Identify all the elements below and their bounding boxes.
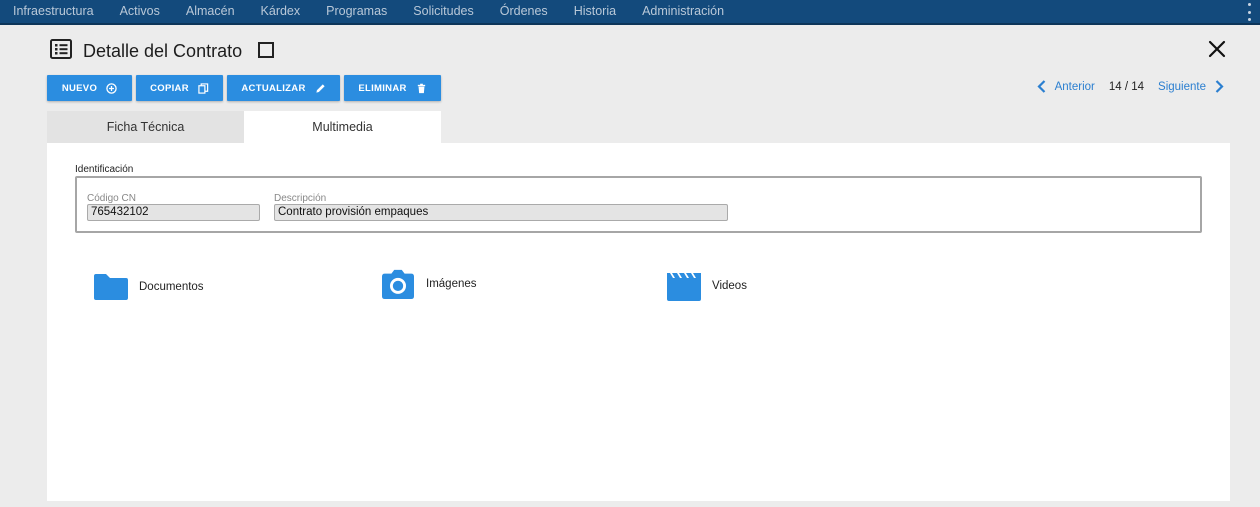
nuevo-label: NUEVO <box>61 82 98 94</box>
record-count: 14 / 14 <box>1108 80 1145 93</box>
documentos-label: Documentos <box>139 281 204 293</box>
nav-item-historia[interactable]: Historia <box>561 0 629 24</box>
chevron-left-icon <box>1037 80 1045 93</box>
eliminar-label: ELIMINAR <box>358 82 407 94</box>
identificacion-legend: Identificación <box>75 164 134 175</box>
title-checkbox[interactable] <box>258 42 274 58</box>
pencil-icon <box>315 83 325 93</box>
tab-bar: Ficha Técnica Multimedia <box>47 111 441 143</box>
descripcion-label: Descripción <box>274 193 327 204</box>
actualizar-label: ACTUALIZAR <box>241 82 306 94</box>
codigo-label: Código CN <box>87 193 136 204</box>
record-pager: Anterior 14 / 14 Siguiente <box>1037 80 1224 93</box>
copiar-button[interactable]: COPIAR <box>136 75 223 101</box>
nuevo-button[interactable]: NUEVO <box>47 75 132 101</box>
tab-ficha-tecnica[interactable]: Ficha Técnica <box>47 111 244 143</box>
copiar-label: COPIAR <box>150 82 189 94</box>
nav-item-ordenes[interactable]: Órdenes <box>487 0 561 24</box>
next-label: Siguiente <box>1158 80 1206 93</box>
next-button[interactable]: Siguiente <box>1158 80 1224 93</box>
descripcion-field[interactable]: Contrato provisión empaques <box>274 204 728 221</box>
nav-item-infraestructura[interactable]: Infraestructura <box>0 0 107 24</box>
imagenes-item[interactable]: Imágenes <box>380 268 477 300</box>
multimedia-panel: Identificación Código CN 765432102 Descr… <box>47 143 1230 501</box>
imagenes-label: Imágenes <box>426 278 477 290</box>
trash-icon <box>417 83 425 93</box>
more-options-icon[interactable] <box>1246 3 1252 21</box>
actualizar-button[interactable]: ACTUALIZAR <box>227 75 340 101</box>
nav-item-solicitudes[interactable]: Solicitudes <box>400 0 486 24</box>
nav-item-activos[interactable]: Activos <box>107 0 173 24</box>
add-circle-icon <box>106 82 117 94</box>
videos-label: Videos <box>712 280 747 292</box>
action-toolbar: NUEVO COPIAR ACTUALIZAR ELIMINAR <box>47 75 445 101</box>
nav-item-almacen[interactable]: Almacén <box>173 0 248 24</box>
nav-item-programas[interactable]: Programas <box>313 0 400 24</box>
folder-icon <box>94 274 128 300</box>
top-navigation: Infraestructura Activos Almacén Kárdex P… <box>0 0 1260 25</box>
previous-label: Anterior <box>1054 80 1095 93</box>
video-clapperboard-icon <box>667 273 701 301</box>
documentos-item[interactable]: Documentos <box>93 271 204 303</box>
camera-icon <box>382 269 414 300</box>
nav-item-administracion[interactable]: Administración <box>629 0 737 24</box>
identificacion-fieldset: Código CN 765432102 Descripción Contrato… <box>75 176 1202 233</box>
tab-multimedia[interactable]: Multimedia <box>244 111 441 143</box>
chevron-right-icon <box>1215 80 1224 93</box>
codigo-field[interactable]: 765432102 <box>87 204 260 221</box>
close-icon[interactable] <box>1207 39 1227 59</box>
videos-item[interactable]: Videos <box>666 270 747 302</box>
eliminar-button[interactable]: ELIMINAR <box>344 75 441 101</box>
page-title: Detalle del Contrato <box>83 41 243 61</box>
previous-button[interactable]: Anterior <box>1037 80 1095 93</box>
nav-item-kardex[interactable]: Kárdex <box>248 0 314 24</box>
list-details-icon <box>50 39 72 59</box>
copy-icon <box>198 82 209 94</box>
